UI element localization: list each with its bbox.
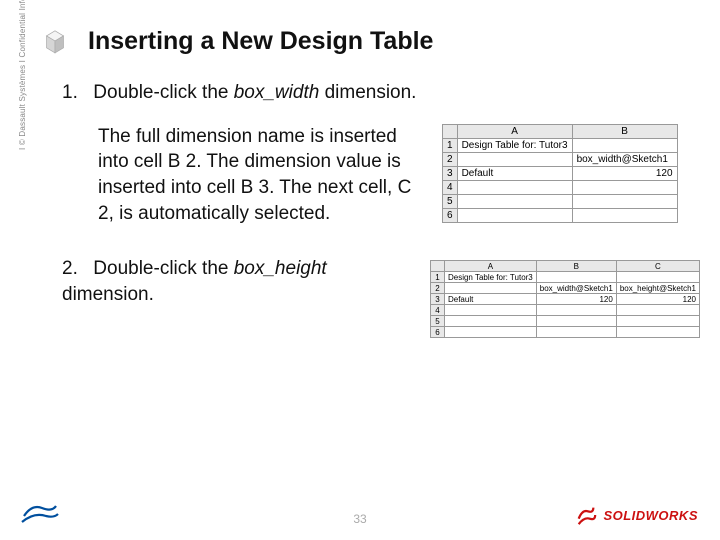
step-2: 2. Double-click the box_height dimension… <box>62 256 416 307</box>
cell: box_width@Sketch1 <box>536 283 616 294</box>
solidworks-wordmark: SOLIDWORKS <box>603 508 698 523</box>
confidential-sidebar: Ι © Dassault Systèmes Ι Confidential Inf… <box>18 0 30 150</box>
cell <box>457 194 572 208</box>
col-header: A <box>457 124 572 138</box>
step-2-number: 2. <box>62 256 88 282</box>
step-1-text-before: Double-click the <box>93 82 233 103</box>
step-1-em: box_width <box>234 82 320 103</box>
row-header: 3 <box>430 294 444 305</box>
dassault-logo <box>18 498 62 528</box>
cell <box>572 138 677 152</box>
step-1-number: 1. <box>62 80 88 106</box>
col-header: A <box>444 261 536 272</box>
cell <box>536 316 616 327</box>
cell <box>572 180 677 194</box>
cell <box>457 208 572 222</box>
cell <box>572 194 677 208</box>
cell <box>572 208 677 222</box>
cell: 120 <box>536 294 616 305</box>
step-2-em: box_height <box>234 258 327 279</box>
cell: Default <box>444 294 536 305</box>
cell <box>536 272 616 283</box>
cube-icon <box>38 24 72 58</box>
cell <box>444 327 536 338</box>
cell <box>457 152 572 166</box>
row-header: 6 <box>443 208 458 222</box>
spreadsheet-2: ABC 1Design Table for: Tutor32 box_width@S… <box>430 260 700 338</box>
explanation-text: The full dimension name is inserted into… <box>98 124 428 227</box>
row-header: 5 <box>430 316 444 327</box>
cell: Design Table for: Tutor3 <box>444 272 536 283</box>
step-1-text-after: dimension. <box>319 82 416 103</box>
solidworks-mark-icon <box>575 504 597 526</box>
cell <box>444 305 536 316</box>
row-header: 5 <box>443 194 458 208</box>
cell <box>536 305 616 316</box>
cell <box>444 316 536 327</box>
cell <box>536 327 616 338</box>
step-1: 1. Double-click the box_width dimension. <box>62 80 700 106</box>
slide-title: Inserting a New Design Table <box>88 27 433 56</box>
cell: 120 <box>572 166 677 180</box>
cell <box>616 272 699 283</box>
row-header: 3 <box>443 166 458 180</box>
step-2-text-after: dimension. <box>62 284 154 305</box>
cell <box>616 327 699 338</box>
col-header: C <box>616 261 699 272</box>
cell <box>616 316 699 327</box>
col-header: B <box>572 124 677 138</box>
cell: box_width@Sketch1 <box>572 152 677 166</box>
col-header: B <box>536 261 616 272</box>
row-header: 4 <box>430 305 444 316</box>
row-header: 4 <box>443 180 458 194</box>
spreadsheet-1: AB 1Design Table for: Tutor32 box_width@Sk… <box>442 124 678 223</box>
cell: box_height@Sketch1 <box>616 283 699 294</box>
cell <box>616 305 699 316</box>
row-header: 6 <box>430 327 444 338</box>
step-2-text-before: Double-click the <box>93 258 233 279</box>
row-header: 2 <box>430 283 444 294</box>
solidworks-logo: SOLIDWORKS <box>575 504 698 526</box>
cell <box>444 283 536 294</box>
row-header: 2 <box>443 152 458 166</box>
cell <box>457 180 572 194</box>
cell: Default <box>457 166 572 180</box>
row-header: 1 <box>430 272 444 283</box>
row-header: 1 <box>443 138 458 152</box>
cell: 120 <box>616 294 699 305</box>
cell: Design Table for: Tutor3 <box>457 138 572 152</box>
